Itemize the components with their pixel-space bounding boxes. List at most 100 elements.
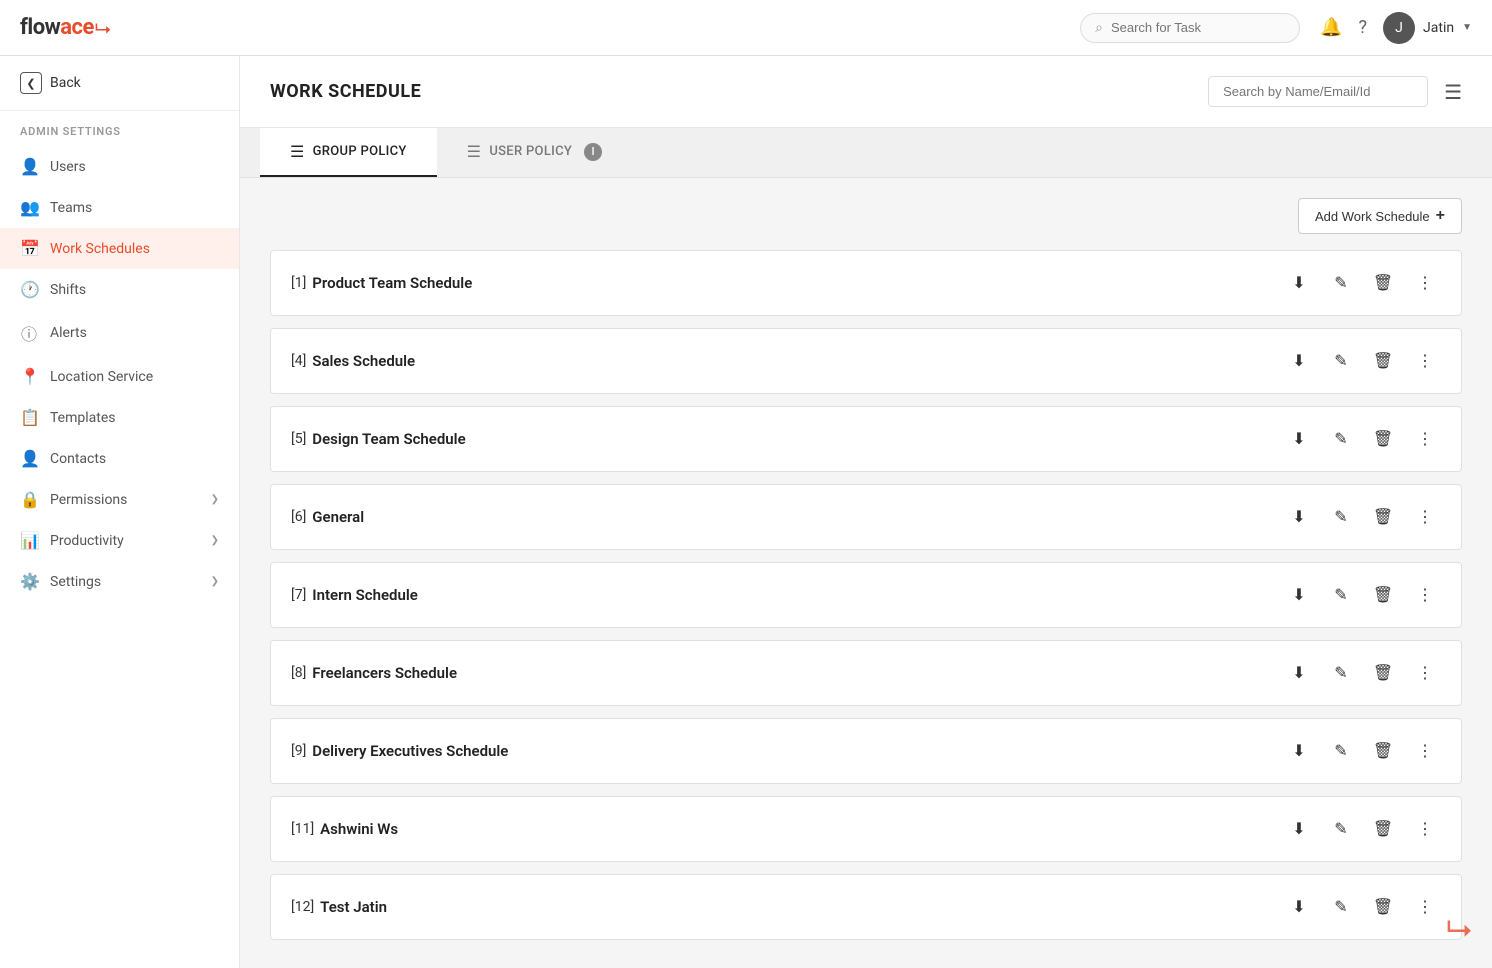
delete-button[interactable]: 🗑: [1367, 579, 1399, 611]
more-options-button[interactable]: ⋮: [1409, 891, 1441, 923]
sidebar-label-work-schedules: Work Schedules: [50, 241, 219, 257]
more-options-button[interactable]: ⋮: [1409, 345, 1441, 377]
delete-button[interactable]: 🗑: [1367, 813, 1399, 845]
edit-button[interactable]: ✎: [1325, 579, 1357, 611]
notification-icon[interactable]: 🔔: [1320, 17, 1342, 38]
delete-button[interactable]: 🗑: [1367, 891, 1399, 923]
sidebar-item-teams[interactable]: 👥 Teams: [0, 187, 239, 228]
search-icon: ⌕: [1095, 20, 1103, 36]
sidebar-label-users: Users: [50, 159, 219, 175]
help-icon[interactable]: ?: [1359, 17, 1368, 38]
delete-button[interactable]: 🗑: [1367, 267, 1399, 299]
row-actions: ⬇ ✎ 🗑 ⋮: [1283, 891, 1441, 923]
schedule-list: [1] Product Team Schedule ⬇ ✎ 🗑 ⋮ [4] Sa…: [270, 250, 1462, 940]
download-button[interactable]: ⬇: [1283, 813, 1315, 845]
download-button[interactable]: ⬇: [1283, 579, 1315, 611]
row-actions: ⬇ ✎ 🗑 ⋮: [1283, 813, 1441, 845]
sidebar-item-alerts[interactable]: ⓘ Alerts: [0, 310, 239, 356]
schedule-row[interactable]: [12] Test Jatin ⬇ ✎ 🗑 ⋮: [270, 874, 1462, 940]
schedule-name: General: [312, 508, 1283, 526]
schedule-row[interactable]: [11] Ashwini Ws ⬇ ✎ 🗑 ⋮: [270, 796, 1462, 862]
more-options-button[interactable]: ⋮: [1409, 423, 1441, 455]
back-button[interactable]: ❮ Back: [0, 56, 239, 111]
more-options-button[interactable]: ⋮: [1409, 813, 1441, 845]
schedule-row[interactable]: [1] Product Team Schedule ⬇ ✎ 🗑 ⋮: [270, 250, 1462, 316]
sidebar-label-productivity: Productivity: [50, 533, 199, 549]
tab-user-policy[interactable]: ☰ USER POLICY i: [437, 128, 632, 177]
sidebar-label-alerts: Alerts: [50, 325, 219, 341]
delete-button[interactable]: 🗑: [1367, 657, 1399, 689]
sidebar-item-work-schedules[interactable]: 📅 Work Schedules: [0, 228, 239, 269]
edit-button[interactable]: ✎: [1325, 813, 1357, 845]
sidebar-item-contacts[interactable]: 👤 Contacts: [0, 438, 239, 479]
main-layout: ❮ Back ADMIN SETTINGS 👤 Users 👥 Teams 📅 …: [0, 56, 1492, 968]
teams-icon: 👥: [20, 198, 38, 217]
download-button[interactable]: ⬇: [1283, 267, 1315, 299]
edit-button[interactable]: ✎: [1325, 891, 1357, 923]
download-button[interactable]: ⬇: [1283, 657, 1315, 689]
work-schedules-icon: 📅: [20, 239, 38, 258]
schedule-id: [8]: [291, 665, 306, 681]
user-section[interactable]: J Jatin ▼: [1383, 12, 1472, 44]
edit-button[interactable]: ✎: [1325, 345, 1357, 377]
schedule-name: Freelancers Schedule: [312, 664, 1283, 682]
sidebar-label-location-service: Location Service: [50, 369, 219, 385]
download-button[interactable]: ⬇: [1283, 345, 1315, 377]
download-button[interactable]: ⬇: [1283, 891, 1315, 923]
sidebar-item-settings[interactable]: ⚙️ Settings ❯: [0, 561, 239, 602]
logo-text: flowace: [20, 15, 94, 40]
tab-group-policy[interactable]: ☰ GROUP POLICY: [260, 128, 437, 177]
add-plus-icon: +: [1436, 207, 1445, 225]
task-search-box[interactable]: ⌕: [1080, 13, 1300, 43]
schedule-id: [9]: [291, 743, 306, 759]
sidebar-item-templates[interactable]: 📋 Templates: [0, 397, 239, 438]
schedule-id: [5]: [291, 431, 306, 447]
schedule-row[interactable]: [9] Delivery Executives Schedule ⬇ ✎ 🗑 ⋮: [270, 718, 1462, 784]
task-search-input[interactable]: [1111, 20, 1285, 35]
schedule-id: [11]: [291, 821, 314, 837]
schedule-id: [7]: [291, 587, 306, 603]
location-icon: 📍: [20, 367, 38, 386]
schedule-area: Add Work Schedule + [1] Product Team Sch…: [240, 178, 1492, 968]
schedule-row[interactable]: [5] Design Team Schedule ⬇ ✎ 🗑 ⋮: [270, 406, 1462, 472]
nav-icons: 🔔 ?: [1320, 17, 1367, 38]
more-options-button[interactable]: ⋮: [1409, 657, 1441, 689]
edit-button[interactable]: ✎: [1325, 501, 1357, 533]
sidebar-item-permissions[interactable]: 🔒 Permissions ❯: [0, 479, 239, 520]
download-button[interactable]: ⬇: [1283, 735, 1315, 767]
more-options-button[interactable]: ⋮: [1409, 501, 1441, 533]
group-policy-icon: ☰: [290, 142, 305, 161]
more-options-button[interactable]: ⋮: [1409, 735, 1441, 767]
add-work-schedule-button[interactable]: Add Work Schedule +: [1298, 198, 1462, 234]
sidebar-item-location-service[interactable]: 📍 Location Service: [0, 356, 239, 397]
download-button[interactable]: ⬇: [1283, 501, 1315, 533]
schedule-row[interactable]: [6] General ⬇ ✎ 🗑 ⋮: [270, 484, 1462, 550]
sidebar-label-contacts: Contacts: [50, 451, 219, 467]
edit-button[interactable]: ✎: [1325, 735, 1357, 767]
delete-button[interactable]: 🗑: [1367, 501, 1399, 533]
edit-button[interactable]: ✎: [1325, 423, 1357, 455]
delete-button[interactable]: 🗑: [1367, 735, 1399, 767]
edit-button[interactable]: ✎: [1325, 657, 1357, 689]
row-actions: ⬇ ✎ 🗑 ⋮: [1283, 501, 1441, 533]
sidebar-item-productivity[interactable]: 📊 Productivity ❯: [0, 520, 239, 561]
sidebar-item-users[interactable]: 👤 Users: [0, 146, 239, 187]
sidebar-item-shifts[interactable]: 🕐 Shifts: [0, 269, 239, 310]
download-button[interactable]: ⬇: [1283, 423, 1315, 455]
username: Jatin: [1423, 20, 1454, 36]
more-options-button[interactable]: ⋮: [1409, 267, 1441, 299]
schedule-row[interactable]: [8] Freelancers Schedule ⬇ ✎ 🗑 ⋮: [270, 640, 1462, 706]
delete-button[interactable]: 🗑: [1367, 345, 1399, 377]
schedule-row[interactable]: [4] Sales Schedule ⬇ ✎ 🗑 ⋮: [270, 328, 1462, 394]
schedule-row[interactable]: [7] Intern Schedule ⬇ ✎ 🗑 ⋮: [270, 562, 1462, 628]
edit-button[interactable]: ✎: [1325, 267, 1357, 299]
admin-settings-label: ADMIN SETTINGS: [0, 111, 239, 146]
delete-button[interactable]: 🗑: [1367, 423, 1399, 455]
menu-icon[interactable]: ☰: [1444, 80, 1462, 104]
more-options-button[interactable]: ⋮: [1409, 579, 1441, 611]
sidebar-label-permissions: Permissions: [50, 492, 199, 508]
search-name-input[interactable]: [1208, 76, 1428, 107]
add-work-schedule-label: Add Work Schedule: [1315, 209, 1430, 224]
permissions-chevron-icon: ❯: [211, 494, 219, 505]
row-actions: ⬇ ✎ 🗑 ⋮: [1283, 657, 1441, 689]
